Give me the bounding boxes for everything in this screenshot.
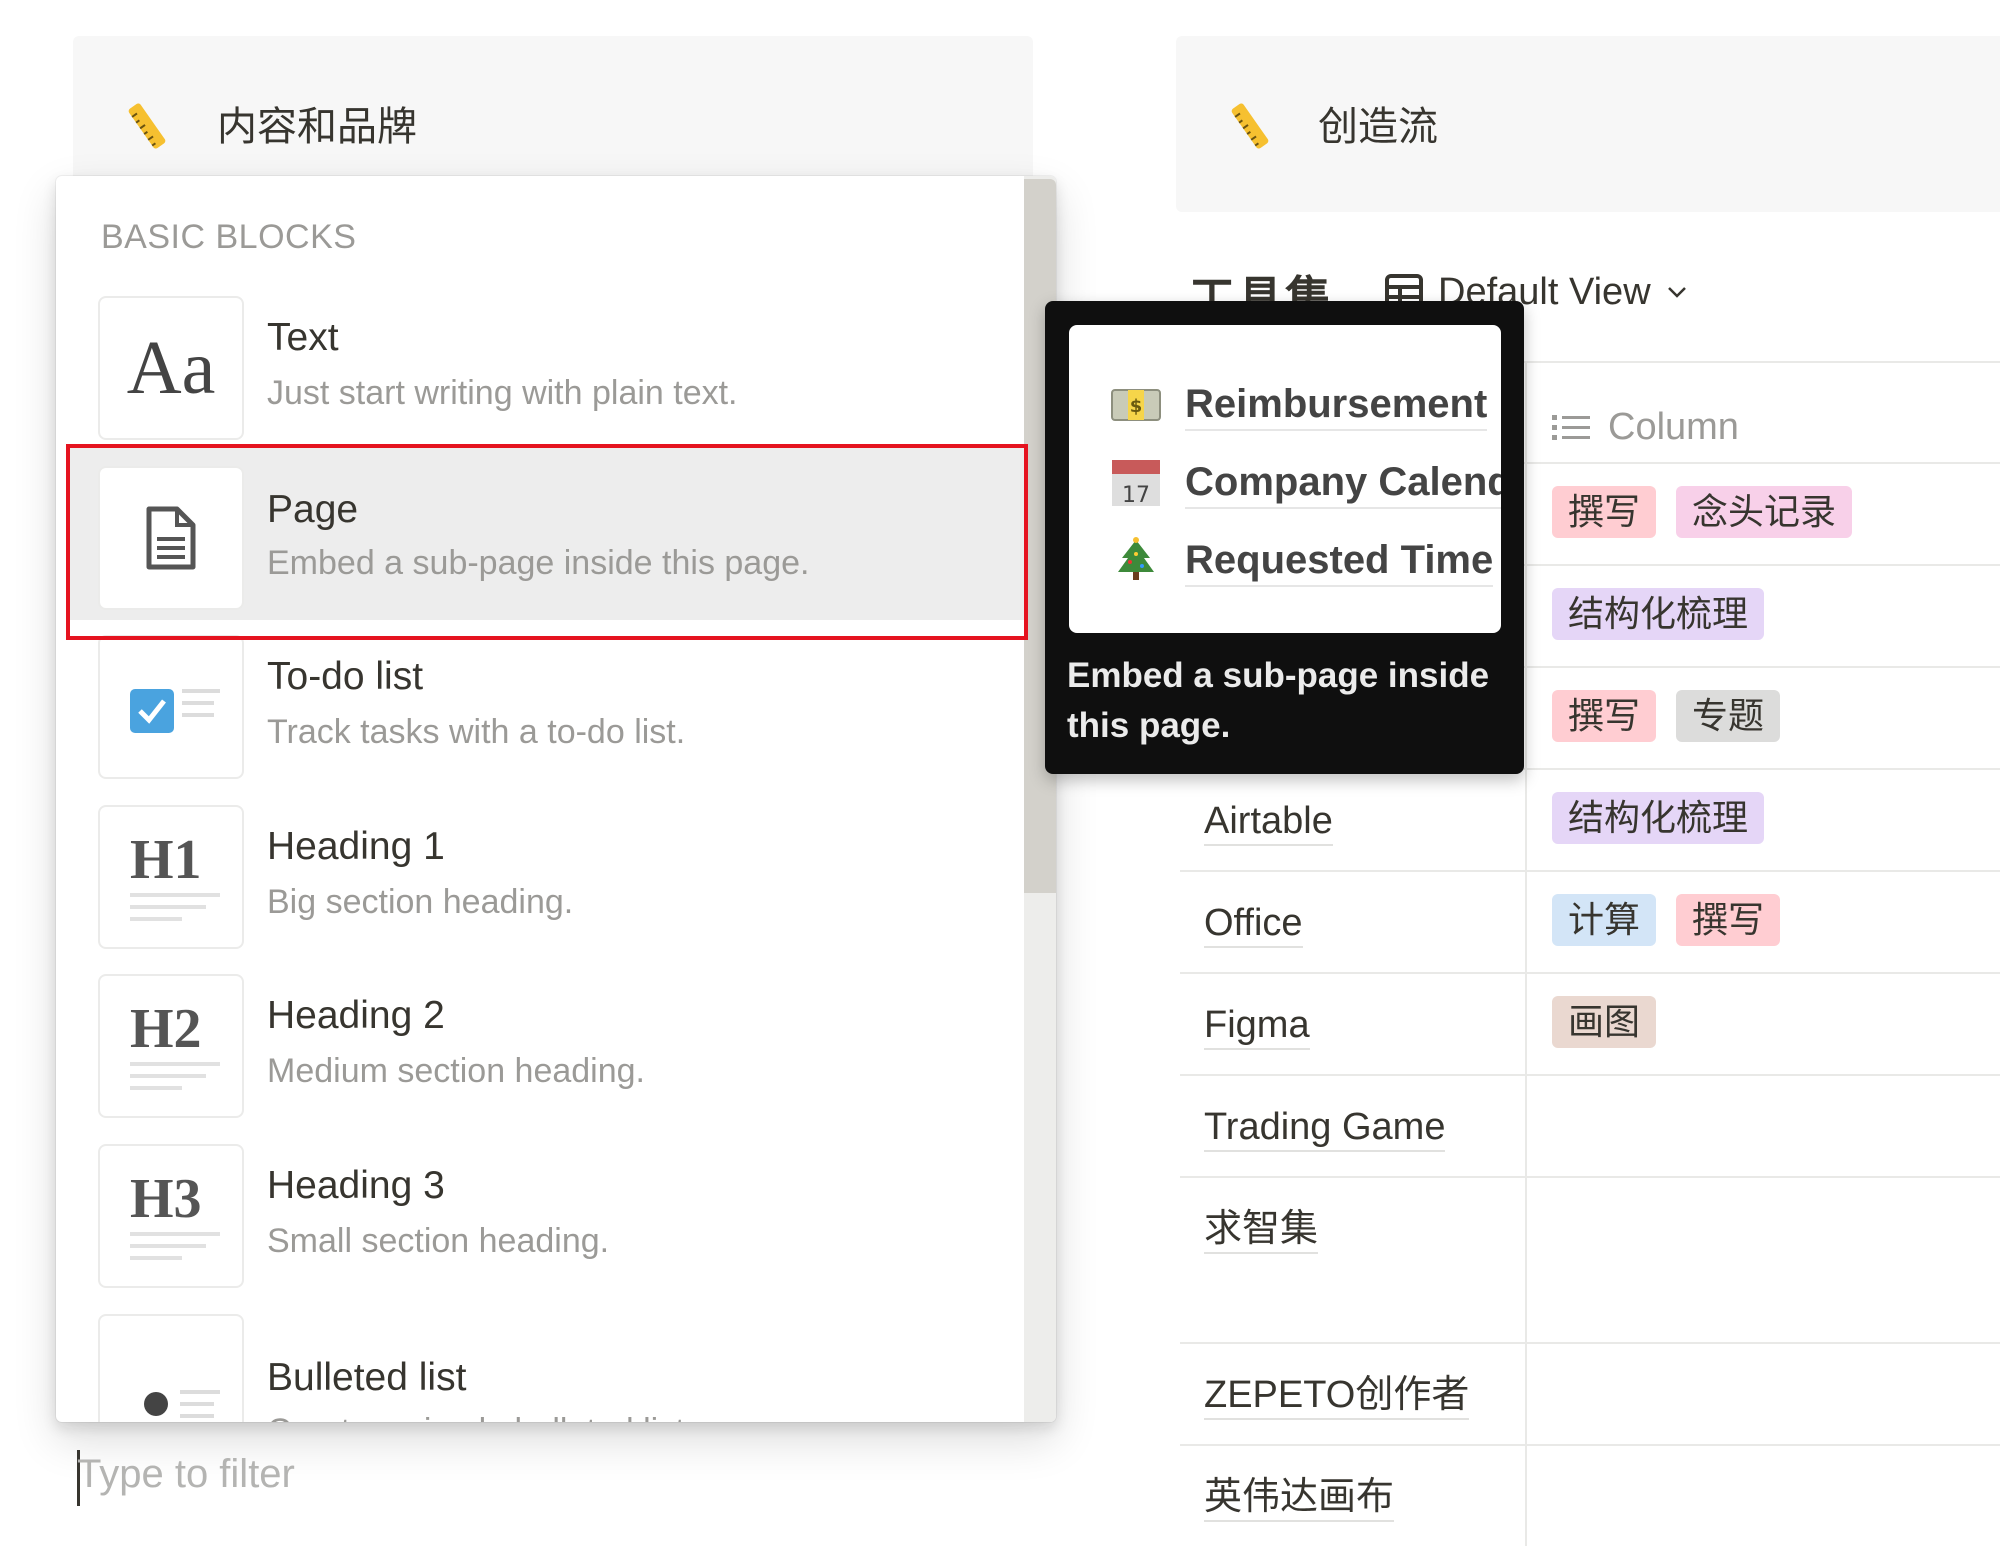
- tag-pill: 撰写: [1552, 690, 1657, 742]
- menu-item-description: Just start writing with plain text.: [267, 374, 738, 412]
- menu-item-description: Big section heading.: [267, 883, 574, 921]
- tag-pill: 计算: [1552, 894, 1657, 946]
- table-row: Trading Game: [1180, 1074, 2000, 1176]
- menu-item-heading-2[interactable]: H2 Heading 2 Medium section heading.: [66, 974, 1024, 1144]
- row-title-link[interactable]: 英伟达画布: [1204, 1474, 1395, 1522]
- menu-item-title: Page: [267, 488, 359, 531]
- row-title-link[interactable]: Office: [1204, 900, 1303, 948]
- tags-cell[interactable]: 计算 撰写: [1527, 872, 2000, 972]
- menu-item-bulleted-list[interactable]: Bulleted list Create a simple bulleted l…: [66, 1314, 1024, 1422]
- tags-cell[interactable]: 画图: [1527, 974, 2000, 1074]
- row-title-link[interactable]: Figma: [1204, 1002, 1310, 1050]
- filter-input[interactable]: Type to filter: [77, 1452, 295, 1497]
- tags-cell[interactable]: 撰写 专题: [1527, 668, 2000, 768]
- tags-cell[interactable]: [1527, 1076, 2000, 1176]
- christmas-tree-icon: [1111, 536, 1161, 586]
- column-header[interactable]: Column: [1527, 363, 2000, 462]
- preview-item: Requested Time: [1111, 533, 1494, 589]
- name-cell[interactable]: 英伟达画布: [1180, 1446, 1527, 1546]
- row-title-link[interactable]: ZEPETO创作者: [1204, 1372, 1470, 1420]
- heading-3-icon: H3: [98, 1144, 244, 1288]
- tag-pill: 撰写: [1676, 894, 1781, 946]
- tag-pill: 念头记录: [1676, 486, 1853, 538]
- bulleted-list-icon: [98, 1314, 244, 1422]
- menu-item-description: Track tasks with a to-do list.: [267, 713, 686, 751]
- row-title-link[interactable]: Airtable: [1204, 798, 1333, 846]
- menu-item-text[interactable]: Aa Text Just start writing with plain te…: [66, 296, 1024, 466]
- page-icon: [98, 466, 244, 610]
- menu-item-title: To-do list: [267, 655, 424, 698]
- section-label: BASIC BLOCKS: [101, 218, 357, 256]
- name-cell[interactable]: Office: [1180, 872, 1527, 972]
- multi-select-icon: [1552, 414, 1590, 440]
- row-title-link[interactable]: Trading Game: [1204, 1104, 1446, 1152]
- menu-item-title: Heading 2: [267, 994, 445, 1037]
- text-icon: Aa: [98, 296, 244, 440]
- money-icon: $: [1111, 380, 1161, 430]
- name-cell[interactable]: 求智集: [1180, 1178, 1527, 1342]
- preview-thumbnail: $ Reimbursement 17 Company Calendar: [1069, 325, 1501, 633]
- table-row: Figma 画图: [1180, 972, 2000, 1074]
- calendar-icon: 17: [1111, 458, 1161, 508]
- tag-pill: 结构化梳理: [1552, 588, 1765, 640]
- menu-item-description: Medium section heading.: [267, 1052, 646, 1090]
- preview-item-label: Company Calendar: [1185, 457, 1501, 509]
- menu-item-title: Heading 1: [267, 825, 445, 868]
- menu-item-title: Bulleted list: [267, 1356, 467, 1399]
- ruler-icon: [1231, 103, 1269, 149]
- menu-item-heading-1[interactable]: H1 Heading 1 Big section heading.: [66, 805, 1024, 975]
- name-cell[interactable]: ZEPETO创作者: [1180, 1344, 1527, 1444]
- table-row: Office 计算 撰写: [1180, 870, 2000, 972]
- tooltip-caption: Embed a sub-page inside this page.: [1067, 656, 1490, 745]
- menu-item-page[interactable]: Page Embed a sub-page inside this page.: [66, 446, 1024, 620]
- menu-item-description: Small section heading.: [267, 1222, 610, 1260]
- tag-pill: 结构化梳理: [1552, 792, 1765, 844]
- menu-item-todo-list[interactable]: To-do list Track tasks with a to-do list…: [66, 635, 1024, 805]
- preview-item: $ Reimbursement: [1111, 377, 1488, 433]
- table-row: ZEPETO创作者: [1180, 1342, 2000, 1444]
- tags-cell[interactable]: [1527, 1446, 2000, 1546]
- ruler-icon: [128, 103, 166, 149]
- heading-1-icon: H1: [98, 805, 244, 949]
- block-preview-tooltip: $ Reimbursement 17 Company Calendar: [1045, 301, 1524, 774]
- menu-item-title: Heading 3: [267, 1164, 445, 1207]
- card-title: 创造流: [1318, 105, 1438, 149]
- table-row: 求智集: [1180, 1176, 2000, 1342]
- row-title-link[interactable]: 求智集: [1204, 1206, 1319, 1254]
- svg-text:17: 17: [1122, 483, 1150, 508]
- table-row: 英伟达画布: [1180, 1444, 2000, 1546]
- tag-pill: 画图: [1552, 996, 1657, 1048]
- svg-text:$: $: [1130, 396, 1143, 417]
- table-row: Airtable 结构化梳理: [1180, 768, 2000, 870]
- tags-cell[interactable]: 结构化梳理: [1527, 770, 2000, 870]
- name-cell[interactable]: Airtable: [1180, 770, 1527, 870]
- preview-item-label: Requested Time: [1185, 535, 1494, 587]
- name-cell[interactable]: Figma: [1180, 974, 1527, 1074]
- tags-cell[interactable]: [1527, 1178, 2000, 1342]
- tags-cell[interactable]: 撰写 念头记录: [1527, 464, 2000, 564]
- tag-pill: 专题: [1676, 690, 1781, 742]
- menu-item-title: Text: [267, 316, 339, 359]
- menu-item-heading-3[interactable]: H3 Heading 3 Small section heading.: [66, 1144, 1024, 1314]
- preview-item: 17 Company Calendar: [1111, 455, 1501, 511]
- name-cell[interactable]: Trading Game: [1180, 1076, 1527, 1176]
- preview-item-label: Reimbursement: [1185, 379, 1488, 431]
- tags-cell[interactable]: 结构化梳理: [1527, 566, 2000, 666]
- tags-cell[interactable]: [1527, 1344, 2000, 1444]
- menu-item-description: Embed a sub-page inside this page.: [267, 544, 810, 582]
- heading-2-icon: H2: [98, 974, 244, 1118]
- menu-item-description: Create a simple bulleted list.: [267, 1412, 694, 1422]
- column-header-label: Column: [1608, 406, 1739, 448]
- block-menu: BASIC BLOCKS Aa Text Just start writing …: [56, 176, 1056, 1422]
- todo-checkbox-icon: [98, 635, 244, 779]
- card-title: 内容和品牌: [217, 105, 417, 149]
- chevron-down-icon: [1667, 287, 1686, 298]
- gallery-card-creation-flow[interactable]: 创造流: [1176, 36, 2000, 212]
- tag-pill: 撰写: [1552, 486, 1657, 538]
